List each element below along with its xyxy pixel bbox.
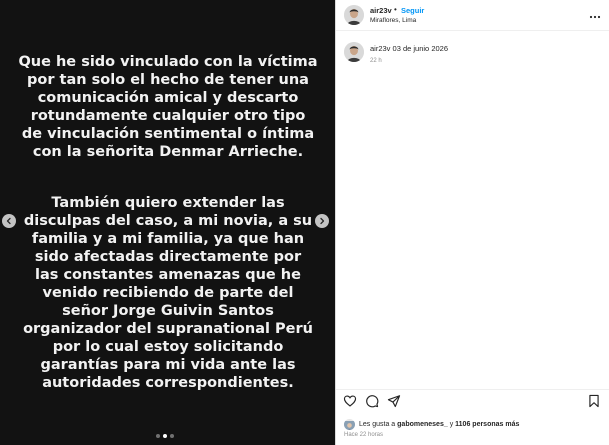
slide-line: venido recibiendo de parte del [42,285,294,301]
chevron-left-icon [6,217,11,225]
likes-summary[interactable]: Les gusta a gabomeneses_ y 1106 personas… [344,418,519,430]
author-avatar[interactable] [344,5,364,25]
slide-line: También quiero extender las [51,195,285,211]
slide-line: de vinculación sentimental o íntima [21,126,315,142]
likes-prefix: Les gusta a [359,420,396,428]
heart-icon [343,395,357,407]
actions-divider [336,389,609,390]
post-timestamp[interactable]: Hace 22 horas [344,432,383,438]
slide-line: sido afectadas directamente por [34,249,302,265]
slide-line: por lo cual estoy solicitando [52,339,284,355]
slide-line: familia y a mi familia, ya que han [31,231,305,247]
carousel-dot [156,434,160,438]
likes-count[interactable]: 1106 personas más [455,421,519,428]
post-location[interactable]: Miraflores, Lima [370,17,416,24]
slide-line: autoridades correspondientes. [42,375,294,391]
caption-username[interactable]: air23v [370,44,390,53]
share-icon [387,395,401,408]
liker-avatar[interactable] [344,418,355,430]
liker-username[interactable]: gabomeneses_ [397,421,448,428]
comment-icon [366,395,379,408]
slide-line: comunicación amical y descarto [37,90,299,106]
previous-slide-button[interactable] [2,214,16,228]
action-bar [336,393,609,413]
slide-line: disculpas del caso, a mi novia, a su [23,213,313,229]
like-button[interactable] [343,394,357,413]
post-sidebar: air23v • Seguir Miraflores, Lima air23v … [336,0,609,445]
user-avatar-icon [344,5,364,25]
slide-line: rotundamente cualquier otro tipo [30,108,306,124]
caption-avatar[interactable] [344,42,364,62]
caption-time: 22 h [370,58,382,64]
more-options-button[interactable] [589,6,601,24]
slide-line: con la señorita Denmar Arrieche. [32,144,304,160]
caption-line: air23v 03 de junio 2026 [370,44,448,53]
carousel-dot [170,434,174,438]
likes-connector: y [449,420,454,428]
next-slide-button[interactable] [315,214,329,228]
separator-dot: • [394,5,397,14]
user-avatar-icon [344,420,355,430]
more-horizontal-icon [589,15,601,19]
slide-paragraph-2: También quiero extender las disculpas de… [0,194,336,392]
comment-button[interactable] [365,394,379,413]
slide-line: por tan solo el hecho de tener una [27,72,309,88]
user-avatar-icon [344,42,364,62]
follow-button[interactable]: Seguir [401,6,424,15]
slide-line: organizador del supranational Perú [23,321,313,337]
caption-text: 03 de junio 2026 [392,44,448,53]
carousel-indicator [156,434,174,438]
carousel-dot-active [163,434,167,438]
share-button[interactable] [387,394,401,413]
bookmark-icon [589,394,599,408]
slide-line: las constantes amenazas que he [35,267,301,283]
likes-text: Les gusta a gabomeneses_ y 1106 personas… [359,421,519,428]
slide-line: Que he sido vinculado con la víctima [18,54,318,70]
post-header: air23v • Seguir Miraflores, Lima [336,0,609,30]
save-button[interactable] [587,394,601,413]
header-divider [336,30,609,31]
slide-line: señor Jorge Guivin Santos [62,303,274,319]
author-username[interactable]: air23v [370,6,392,15]
slide-line: garantías para mi vida ante las [40,357,296,373]
chevron-right-icon [320,217,325,225]
slide-paragraph-1: Que he sido vinculado con la víctima por… [0,53,336,161]
post-media[interactable]: Que he sido vinculado con la víctima por… [0,0,336,445]
